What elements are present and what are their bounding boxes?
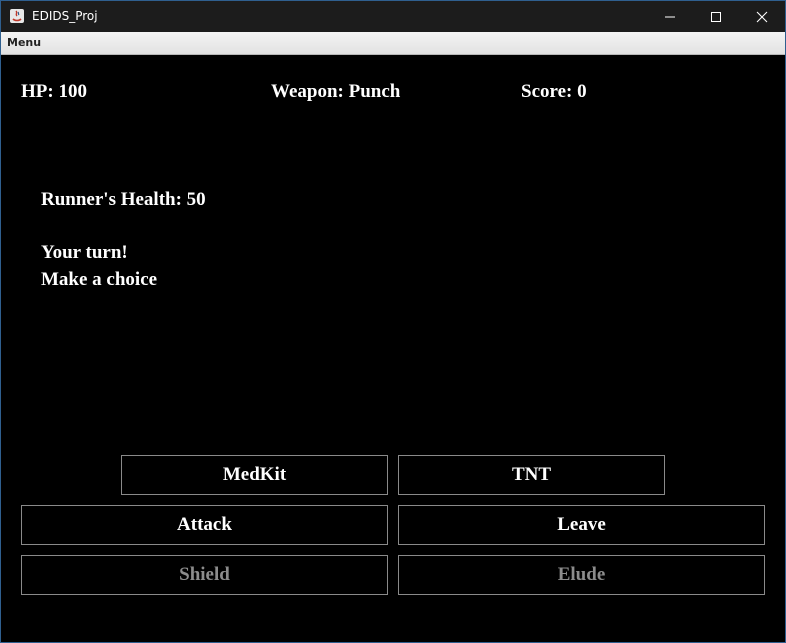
leave-button[interactable]: Leave [398,505,765,545]
menu-bar: Menu [1,32,785,55]
attack-button[interactable]: Attack [21,505,388,545]
java-app-icon [9,8,25,24]
enemy-health-text: Runner's Health: 50 [41,189,206,210]
elude-button[interactable]: Elude [398,555,765,595]
window-title: EDIDS_Proj [32,9,98,23]
close-icon [756,11,768,23]
minimize-icon [665,16,675,18]
weapon-label: Weapon: Punch [271,81,401,102]
medkit-button[interactable]: MedKit [121,455,388,495]
maximize-icon [711,12,721,22]
tnt-button[interactable]: TNT [398,455,665,495]
hp-label: HP: 100 [21,81,87,102]
close-button[interactable] [739,1,785,32]
game-panel: HP: 100 Weapon: Punch Score: 0 Runner's … [1,55,785,642]
maximize-button[interactable] [693,1,739,32]
shield-button[interactable]: Shield [21,555,388,595]
score-label: Score: 0 [521,81,587,102]
minimize-button[interactable] [647,1,693,32]
title-bar[interactable]: EDIDS_Proj [1,1,785,32]
prompt-text: Make a choice [41,269,158,290]
turn-text: Your turn! [41,242,128,263]
app-window: EDIDS_Proj Menu HP: 100 Weapon: Punch Sc… [0,0,786,643]
menu-item-menu[interactable]: Menu [7,36,41,49]
